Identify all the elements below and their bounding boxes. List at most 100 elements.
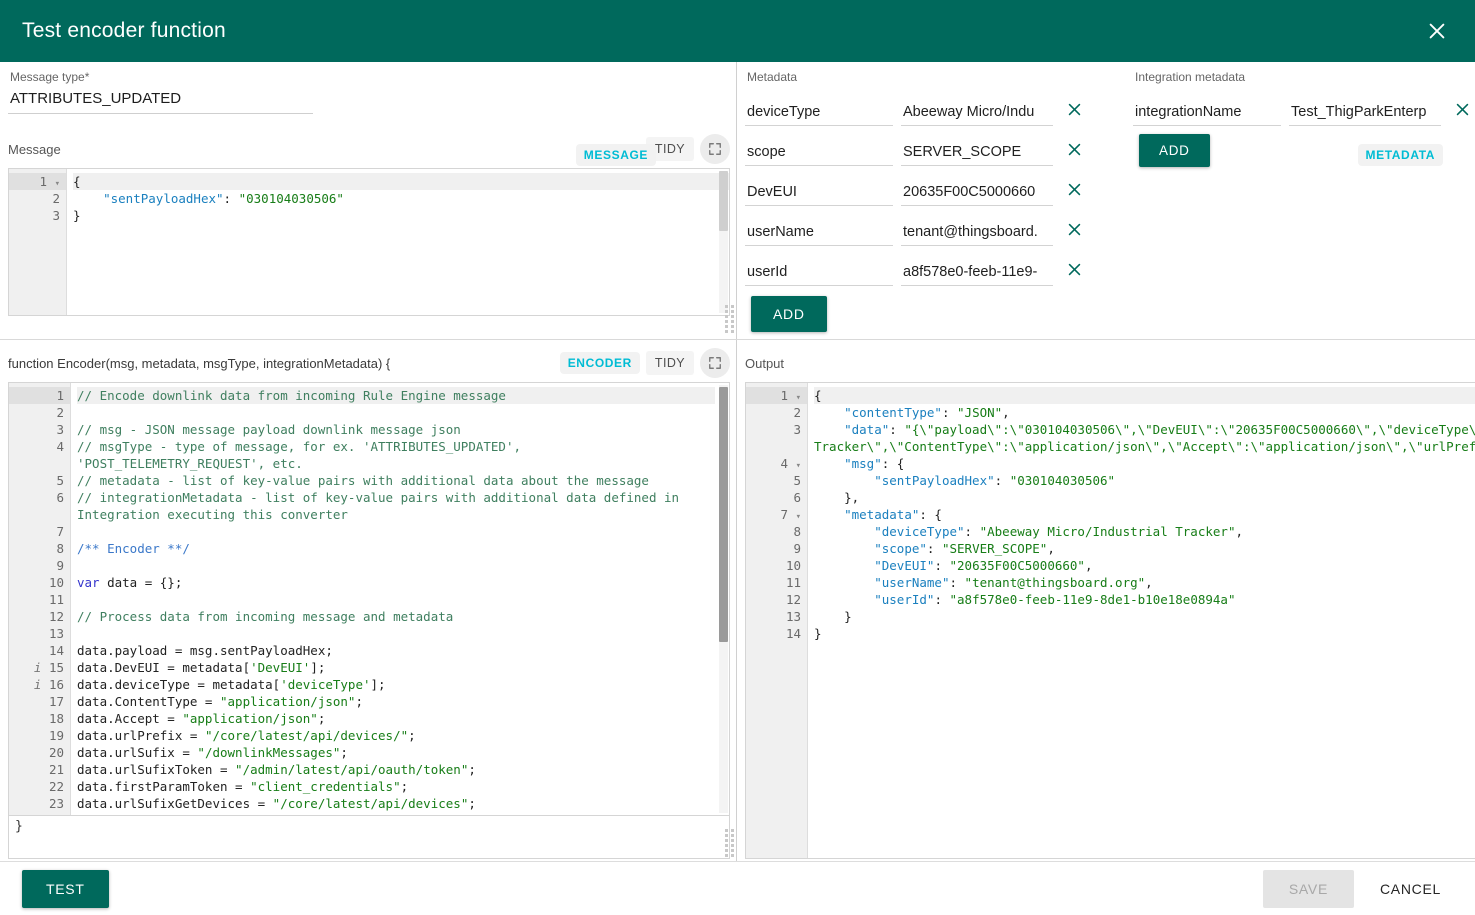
line-number: 10 — [48, 575, 64, 590]
output-toolbar: Output OUTPUT — [745, 348, 1475, 378]
metadata-value-input[interactable] — [901, 262, 1053, 286]
code-line: "userName": "tenant@thingsboard.org", — [874, 575, 1153, 590]
close-icon-glyph — [1429, 23, 1445, 39]
encoder-tidy-button[interactable]: TIDY — [645, 351, 694, 375]
line-number: 12 — [785, 592, 801, 607]
message-scrollbar[interactable] — [719, 171, 728, 313]
metadata-row — [745, 126, 1091, 166]
encoder-toolbar: function Encoder(msg, metadata, msgType,… — [8, 348, 730, 378]
metadata-key-input[interactable] — [745, 102, 893, 126]
encoder-resize-grip[interactable] — [725, 827, 734, 857]
metadata-row — [1133, 86, 1475, 126]
remove-icon[interactable] — [1445, 92, 1475, 126]
dialog-title: Test encoder function — [22, 19, 226, 42]
code-line: "msg": { — [844, 456, 905, 471]
message-resize-grip[interactable] — [725, 303, 734, 333]
line-number: 5 — [793, 473, 801, 488]
message-type-input[interactable]: ATTRIBUTES_UPDATED — [8, 86, 313, 114]
code-line: data.payload = msg.sentPayloadHex; — [77, 643, 333, 658]
metadata-row — [745, 86, 1091, 126]
message-code-content[interactable]: { "sentPayloadHex": "030104030506"} — [67, 169, 729, 315]
encoder-chip: ENCODER — [559, 352, 640, 374]
metadata-value-input[interactable] — [901, 182, 1053, 206]
remove-icon[interactable] — [1057, 212, 1091, 246]
line-number: 6 — [56, 490, 64, 505]
line-number: 10 — [785, 558, 801, 573]
encoder-scrollbar[interactable] — [719, 385, 728, 813]
message-code-editor[interactable]: 1 ▾ 2 3 { "sentPayloadHex": "030104030506"… — [8, 168, 730, 316]
fullscreen-icon-glyph — [709, 143, 721, 155]
message-type-label: Message type* — [10, 70, 90, 84]
encoder-code-content[interactable]: // Encode downlink data from incoming Ru… — [71, 383, 729, 815]
code-line: /** Encoder **/ — [77, 541, 190, 556]
line-number: 24 — [9, 812, 70, 815]
line-number: 20 — [48, 745, 64, 760]
line-number: 3 — [793, 422, 801, 437]
remove-icon[interactable] — [1057, 172, 1091, 206]
line-number: 9 — [793, 541, 801, 556]
remove-icon-glyph — [1456, 103, 1468, 115]
line-number: 14 — [48, 643, 64, 658]
line-number: 6 — [793, 490, 801, 505]
code-line: "sentPayloadHex": "030104030506" — [103, 191, 344, 206]
cancel-button[interactable]: CANCEL — [1364, 870, 1457, 908]
metadata-row — [745, 246, 1091, 286]
remove-icon[interactable] — [1057, 132, 1091, 166]
line-number: 23 — [48, 796, 64, 811]
metadata-value-input[interactable] — [901, 142, 1053, 166]
code-line: "DevEUI": "20635F00C5000660", — [874, 558, 1093, 573]
line-number: 9 — [56, 558, 64, 573]
test-button[interactable]: TEST — [22, 869, 109, 908]
code-line: data.ContentType = "application/json"; — [77, 694, 363, 709]
close-icon[interactable] — [1417, 11, 1457, 51]
line-number: 11 — [785, 575, 801, 590]
line-number: 4 — [56, 439, 64, 454]
metadata-value-input[interactable] — [1289, 102, 1441, 126]
code-line: // Encode downlink data from incoming Ru… — [77, 387, 715, 404]
code-line: "deviceType": "Abeeway Micro/Industrial … — [874, 524, 1243, 539]
save-button[interactable]: SAVE — [1262, 869, 1354, 908]
test-encoder-dialog: Test encoder function Message type* ATTR… — [0, 0, 1475, 915]
metadata-key-input[interactable] — [745, 262, 893, 286]
metadata-key-input[interactable] — [745, 182, 893, 206]
output-code-editor[interactable]: 1 ▾ 2 3 4 ▾ 5 6 7 ▾ 8 9 10 11 12 13 14 { "contentType… — [745, 382, 1475, 859]
metadata-key-input[interactable] — [745, 222, 893, 246]
remove-icon-glyph — [1068, 183, 1080, 195]
metadata-add-button[interactable]: ADD — [751, 296, 827, 332]
line-number: 5 — [56, 473, 64, 488]
metadata-row — [745, 206, 1091, 246]
code-line: // msg - JSON message payload downlink m… — [77, 422, 461, 437]
encoder-code-editor[interactable]: 1 2 3 4 5 6 7 8 9 10 11 12 13 14 i 15 i 16 17 18 19 20 21 22 2… — [8, 382, 730, 816]
message-type-field[interactable]: Message type* ATTRIBUTES_UPDATED — [8, 70, 313, 114]
output-gutter: 1 ▾ 2 3 4 ▾ 5 6 7 ▾ 8 9 10 11 12 13 14 — [746, 383, 808, 858]
remove-icon-glyph — [1068, 223, 1080, 235]
code-line: "data": "{\"payload\":\"030104030506\",\… — [814, 422, 1475, 454]
line-number: 8 — [56, 541, 64, 556]
line-number: 1 ▾ — [746, 387, 807, 404]
remove-icon[interactable] — [1057, 252, 1091, 286]
code-line: "sentPayloadHex": "030104030506" — [874, 473, 1116, 488]
line-number: 11 — [48, 592, 64, 607]
code-line: data.firstParamToken = "client_credentia… — [77, 779, 409, 794]
metadata-key-input[interactable] — [1133, 102, 1281, 126]
output-code-content: { "contentType": "JSON", "data": "{\"pay… — [808, 383, 1475, 858]
code-line: data.urlSufixGetDevices = "/core/latest/… — [77, 796, 476, 811]
metadata-value-input[interactable] — [901, 102, 1053, 126]
line-number: 22 — [48, 779, 64, 794]
code-line: // msgType - type of message, for ex. 'A… — [77, 439, 529, 471]
code-line: var data = {}; — [77, 575, 183, 590]
metadata-key-input[interactable] — [745, 142, 893, 166]
message-editor-label: Message — [8, 141, 61, 157]
remove-icon[interactable] — [1057, 92, 1091, 126]
line-number: 19 — [48, 728, 64, 743]
integration-metadata-add-button[interactable]: ADD — [1139, 134, 1210, 167]
message-fullscreen-icon[interactable] — [700, 134, 730, 164]
output-panel: Output OUTPUT 1 ▾2 3 4 ▾ 5 6 7 ▾ 8 9 10 11 12 13 14 … — [737, 340, 1475, 861]
code-line: "metadata": { — [844, 507, 942, 522]
encoder-fullscreen-icon[interactable] — [700, 348, 730, 378]
metadata-value-input[interactable] — [901, 222, 1053, 246]
message-gutter: 1 ▾ 2 3 — [9, 169, 67, 315]
